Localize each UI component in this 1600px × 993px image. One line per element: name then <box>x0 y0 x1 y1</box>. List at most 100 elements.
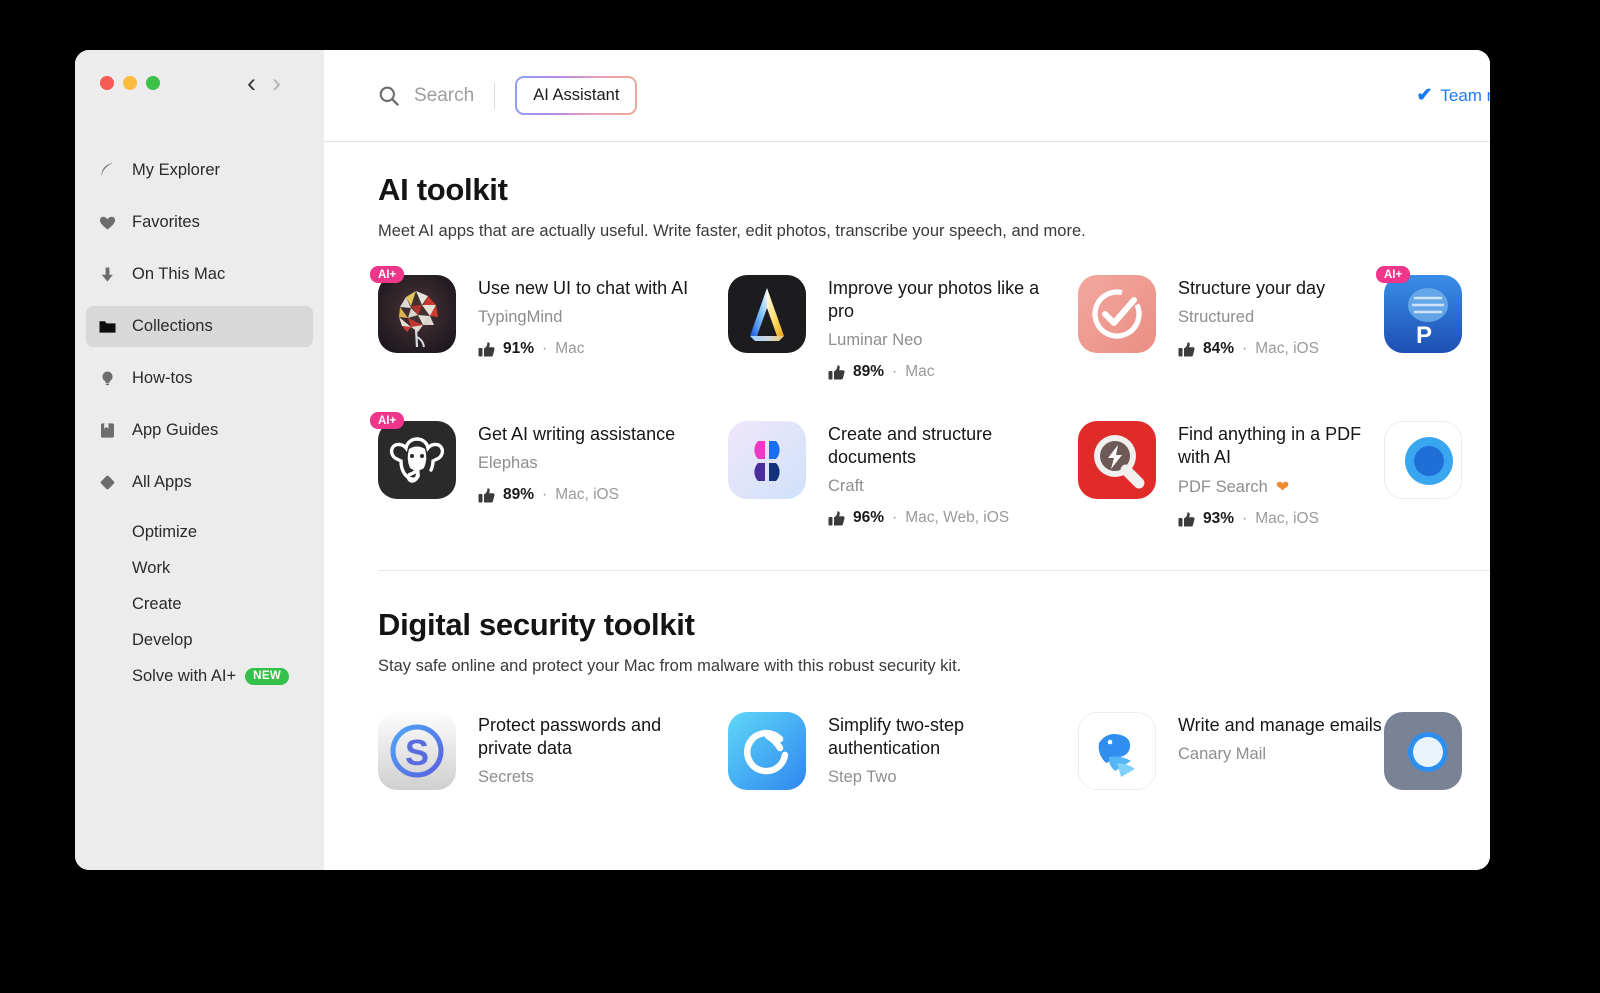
thumbs-up-icon <box>828 510 845 527</box>
sidebar-subitem-develop[interactable]: Develop <box>86 622 313 658</box>
close-window-button[interactable] <box>100 76 114 90</box>
navigation-arrows: ‹ › <box>247 70 281 97</box>
thumbs-up-icon <box>1178 511 1195 528</box>
folder-icon <box>98 317 117 336</box>
app-platforms: Mac, Web, iOS <box>905 509 1010 527</box>
sidebar-item-all-apps[interactable]: All Apps <box>86 462 313 503</box>
app-developer: Step Two <box>828 768 897 787</box>
typingmind-icon <box>378 275 456 353</box>
traffic-lights <box>100 76 160 90</box>
app-card-body: Get AI writing assistance Elephas 89% · <box>478 421 675 528</box>
app-developer: Structured <box>1178 308 1255 327</box>
app-card-craft[interactable]: Create and structure documents Craft 96%… <box>728 421 1078 528</box>
meta-separator: · <box>1242 510 1248 528</box>
team-member-status[interactable]: ✔ Team member <box>1416 84 1490 107</box>
minimize-window-button[interactable] <box>123 76 137 90</box>
app-card-body: Structure your day Structured 84% · Mac,… <box>1178 275 1325 381</box>
app-meta: 96% · Mac, Web, iOS <box>828 509 1043 527</box>
app-icon-wrap: AI+ <box>370 412 456 500</box>
sidebar-item-label: On This Mac <box>132 265 226 283</box>
sidebar-item-my-explorer[interactable]: My Explorer <box>86 150 313 191</box>
app-developer: TypingMind <box>478 308 563 327</box>
sidebar-subitem-work[interactable]: Work <box>86 550 313 586</box>
sidebar-item-label: How-tos <box>132 369 193 387</box>
app-card-partial-blue[interactable] <box>1384 421 1490 528</box>
app-card-luminar-neo[interactable]: Improve your photos like a pro Luminar N… <box>728 275 1078 381</box>
sidebar-item-label: My Explorer <box>132 161 221 179</box>
search-input[interactable]: Search <box>414 85 474 107</box>
thumbs-up-icon <box>478 487 495 504</box>
app-developer-line: Secrets <box>478 768 693 787</box>
app-card-elephas[interactable]: AI+ Get AI writing assistance Elephas 89… <box>370 412 728 528</box>
leaf-icon <box>98 161 117 180</box>
sidebar-item-collections[interactable]: Collections <box>86 306 313 347</box>
search-box[interactable]: Search <box>378 85 474 107</box>
top-bar: Search AI Assistant ✔ Team member N <box>324 50 1490 142</box>
check-icon: ✔ <box>1416 85 1433 106</box>
sidebar-subitem-solve-with-ai-plus[interactable]: Solve with AI+ NEW <box>86 658 313 694</box>
app-rating: 91% <box>503 340 535 358</box>
app-icon-wrap <box>1078 275 1156 353</box>
section-subtitle: Stay safe online and protect your Mac fr… <box>378 657 962 676</box>
app-title: Improve your photos like a pro <box>828 278 1040 322</box>
app-platforms: Mac <box>905 363 935 381</box>
back-arrow-icon[interactable]: ‹ <box>247 70 256 97</box>
sidebar-item-on-this-mac[interactable]: On This Mac <box>86 254 313 295</box>
app-developer-line: Step Two <box>828 768 1043 787</box>
svg-text:S: S <box>405 732 429 773</box>
app-card-row: AI+ <box>370 412 1490 528</box>
app-card-body: Simplify two-step authentication Step Tw… <box>828 712 1043 790</box>
app-developer: Craft <box>828 477 864 496</box>
sidebar-item-label: Favorites <box>132 213 200 231</box>
app-title: Protect passwords and private data <box>478 715 662 759</box>
pdfpals-icon: P <box>1384 275 1462 353</box>
sidebar-item-app-guides[interactable]: App Guides <box>86 410 313 451</box>
forward-arrow-icon[interactable]: › <box>272 70 281 97</box>
app-card-canary-mail[interactable]: Write and manage emails Canary Mail <box>1078 712 1384 791</box>
app-title: Simplify two-step authentication <box>828 715 965 759</box>
section-digital-security-toolkit: Digital security toolkit Stay safe onlin… <box>378 571 1490 791</box>
top-bar-right: ✔ Team member N <box>1416 75 1490 116</box>
app-developer: Luminar Neo <box>828 331 923 350</box>
sidebar-item-label: Collections <box>132 317 213 335</box>
app-title: Write and manage emails <box>1178 715 1382 736</box>
new-badge: NEW <box>245 667 290 685</box>
meta-separator: · <box>542 486 548 504</box>
app-developer: Elephas <box>478 454 538 473</box>
app-card-step-two[interactable]: Simplify two-step authentication Step Tw… <box>728 712 1078 791</box>
app-card-pdf-search[interactable]: Find anything in a PDF with AI PDF Searc… <box>1078 421 1384 528</box>
svg-text:P: P <box>1416 322 1432 349</box>
search-icon <box>378 85 400 107</box>
secrets-icon: S <box>378 712 456 791</box>
ai-plus-badge: AI+ <box>370 266 405 283</box>
app-title: Find anything in a PDF with AI <box>1178 424 1362 468</box>
app-title: Structure your day <box>1178 278 1326 298</box>
ai-plus-badge: AI+ <box>1376 266 1411 283</box>
app-icon-wrap: AI+ P <box>1376 266 1462 353</box>
thumbs-up-icon <box>478 341 495 358</box>
sidebar-subitem-create[interactable]: Create <box>86 586 313 622</box>
sidebar-item-favorites[interactable]: Favorites <box>86 202 313 243</box>
meta-separator: · <box>1242 340 1248 358</box>
app-card-typingmind[interactable]: AI+ Use new UI to chat with AI TypingMin… <box>370 266 728 381</box>
maximize-window-button[interactable] <box>146 76 160 90</box>
sidebar-subitem-optimize[interactable]: Optimize <box>86 514 313 550</box>
meta-separator: · <box>892 363 898 381</box>
canary-mail-icon <box>1078 712 1156 791</box>
app-card-body: Use new UI to chat with AI TypingMind 91… <box>478 275 688 381</box>
app-card-secrets[interactable]: S Protect passwords and private data Sec… <box>378 712 728 791</box>
app-card-structured[interactable]: Structure your day Structured 84% · Mac,… <box>1078 275 1384 381</box>
pdf-search-icon <box>1078 421 1156 500</box>
app-meta: 84% · Mac, iOS <box>1178 340 1325 358</box>
ai-assistant-button[interactable]: AI Assistant <box>515 76 637 115</box>
section-title: AI toolkit <box>378 172 508 207</box>
app-card-partial-timer[interactable] <box>1384 712 1490 791</box>
app-icon-wrap: S <box>378 712 456 791</box>
app-icon-wrap: AI+ <box>370 266 456 353</box>
app-rating: 93% <box>1203 510 1235 528</box>
app-card-partial-pdfpals[interactable]: AI+ P <box>1376 266 1490 381</box>
sidebar-nav-list: My Explorer Favorites On This Mac Collec… <box>75 150 324 694</box>
download-arrow-icon <box>98 265 117 284</box>
sidebar-item-how-tos[interactable]: How-tos <box>86 358 313 399</box>
structured-icon <box>1078 275 1156 353</box>
